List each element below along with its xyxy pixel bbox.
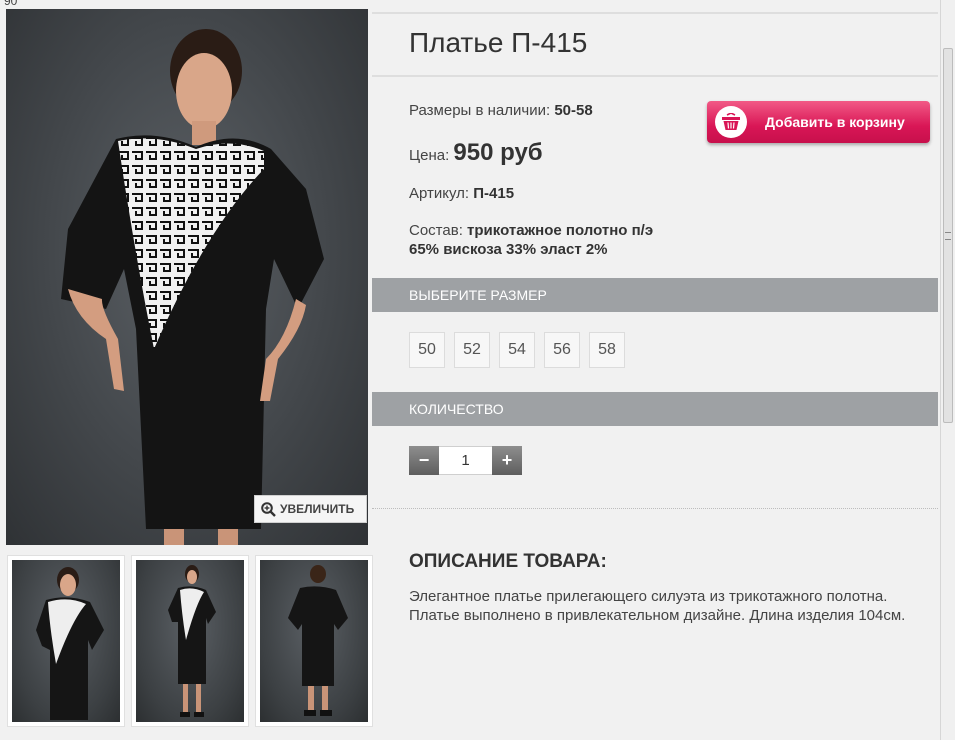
composition: Состав: трикотажное полотно п/э 65% виск… xyxy=(409,221,653,259)
thumbnail-model-back xyxy=(288,565,348,716)
stray-text: 90 xyxy=(4,0,18,8)
shopping-basket-icon xyxy=(722,113,740,130)
thumbnail-model-full xyxy=(168,565,216,717)
thumbnail-front[interactable] xyxy=(7,555,125,727)
description-text: Элегантное платье прилегающего силуэта и… xyxy=(409,588,906,624)
description-title: ОПИСАНИЕ ТОВАРА: xyxy=(409,551,607,572)
article-value: П-415 xyxy=(473,185,515,202)
quantity-input[interactable] xyxy=(439,446,492,475)
composition-label: Состав: xyxy=(409,222,463,239)
section-divider xyxy=(372,508,938,509)
scrollbar-grip-icon xyxy=(945,232,951,240)
sizes-available: Размеры в наличии: 50-58 xyxy=(409,102,593,119)
product-title: Платье П-415 xyxy=(409,27,588,58)
model-illustration xyxy=(61,29,324,545)
size-option-58[interactable]: 58 xyxy=(589,332,625,368)
vertical-scrollbar[interactable] xyxy=(940,0,955,740)
title-rule xyxy=(372,75,938,77)
size-option-50[interactable]: 50 xyxy=(409,332,445,368)
top-rule xyxy=(372,12,938,14)
sizes-value: 50-58 xyxy=(554,102,593,119)
size-option-54[interactable]: 54 xyxy=(499,332,535,368)
size-option-56[interactable]: 56 xyxy=(544,332,580,368)
magnifier-plus-icon xyxy=(261,501,276,517)
zoom-button[interactable]: УВЕЛИЧИТЬ xyxy=(254,495,367,523)
sizes-label: Размеры в наличии: xyxy=(409,102,551,119)
composition-line1: трикотажное полотно п/э xyxy=(467,222,654,239)
thumbnail-model-front xyxy=(36,567,104,720)
size-option-52[interactable]: 52 xyxy=(454,332,490,368)
thumbnail-back[interactable] xyxy=(255,555,373,727)
quantity-section-header: КОЛИЧЕСТВО xyxy=(372,392,938,426)
add-to-cart-label: Добавить в корзину xyxy=(765,114,905,130)
article: Артикул: П-415 xyxy=(409,185,514,202)
article-label: Артикул: xyxy=(409,185,470,202)
quantity-decrease-button[interactable]: − xyxy=(409,446,439,475)
size-section-header: ВЫБЕРИТЕ РАЗМЕР xyxy=(372,278,938,312)
scrollbar-thumb[interactable] xyxy=(943,48,953,423)
thumbnail-full-front[interactable] xyxy=(131,555,249,727)
price: Цена: 950 руб xyxy=(409,139,543,167)
add-to-cart-button[interactable]: Добавить в корзину xyxy=(707,101,930,143)
cart-icon-circle xyxy=(715,106,747,138)
price-label: Цена: xyxy=(409,147,450,164)
main-product-photo[interactable]: УВЕЛИЧИТЬ xyxy=(6,9,368,545)
zoom-label: УВЕЛИЧИТЬ xyxy=(280,502,355,516)
quantity-increase-button[interactable]: + xyxy=(492,446,522,475)
composition-line2: 65% вискоза 33% эласт 2% xyxy=(409,241,608,258)
price-value: 950 руб xyxy=(453,139,543,166)
